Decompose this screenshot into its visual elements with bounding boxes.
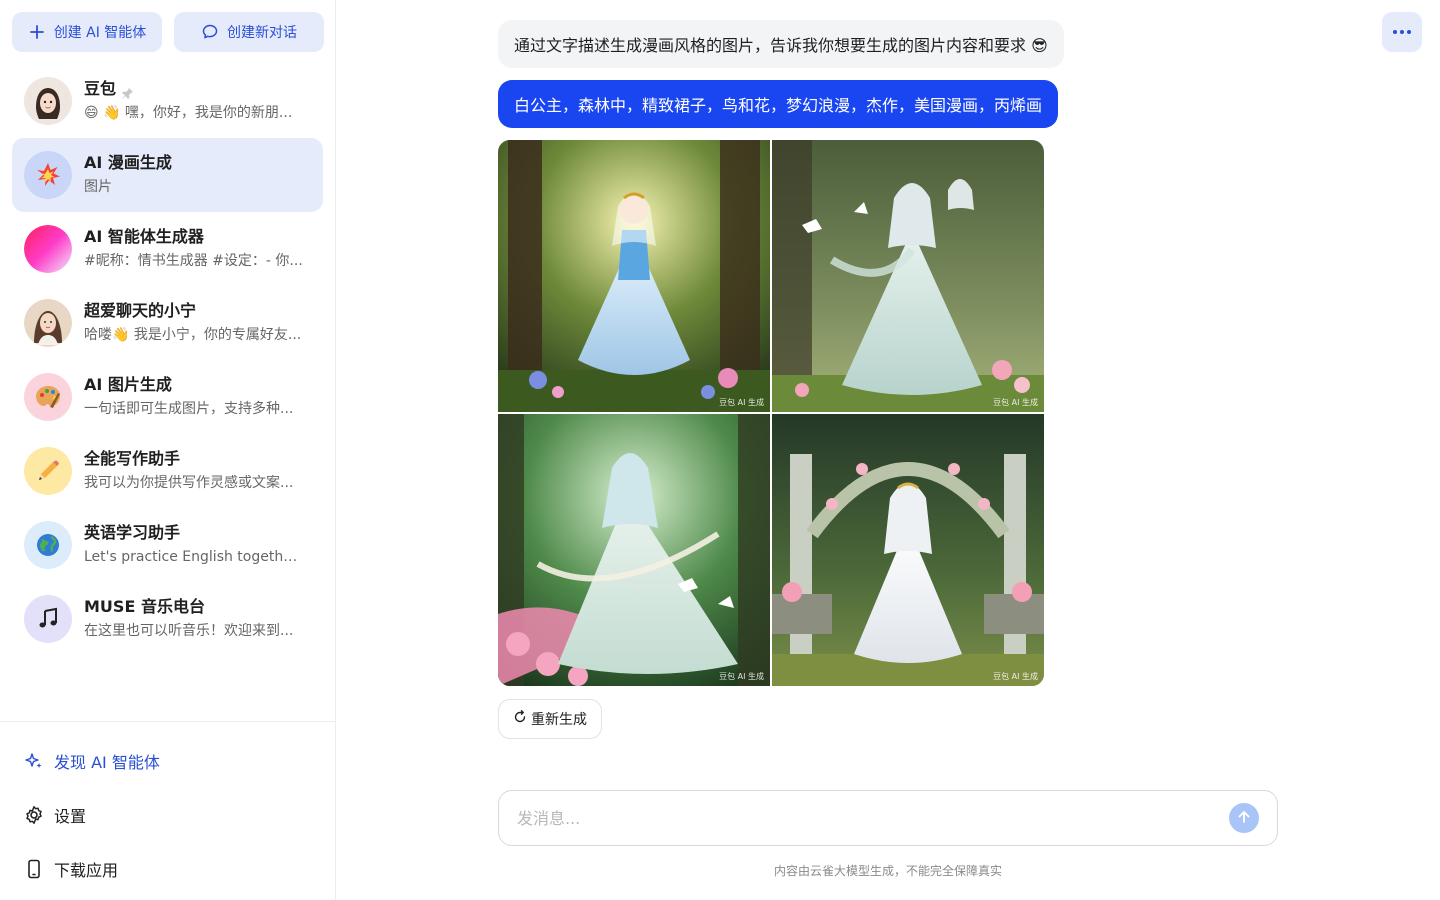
image-watermark: 豆包 AI 生成 bbox=[719, 398, 764, 407]
girl-portrait-icon bbox=[24, 299, 72, 347]
gear-icon bbox=[24, 805, 44, 825]
dot-icon bbox=[1400, 30, 1404, 34]
sidebar-top-actions: 创建 AI 智能体 创建新对话 bbox=[12, 12, 324, 52]
bot-desc: 😄 👋 嘿，你好，我是你的新朋... bbox=[84, 105, 293, 121]
bot-name: AI 图片生成 bbox=[84, 375, 172, 394]
princess-forest-1-image bbox=[498, 140, 770, 412]
sparkle-icon bbox=[24, 751, 44, 771]
generated-image-grid: 豆包 AI 生成 豆包 AI 生成 豆包 AI 生成 豆包 AI 生成 bbox=[498, 140, 1044, 686]
music-note-icon bbox=[24, 595, 72, 643]
generated-image-4[interactable]: 豆包 AI 生成 bbox=[772, 414, 1044, 686]
bot-text: AI 图片生成 一句话即可生成图片，支持多种... bbox=[84, 374, 304, 420]
create-agent-button[interactable]: 创建 AI 智能体 bbox=[12, 12, 162, 52]
dot-icon bbox=[1407, 30, 1411, 34]
bot-desc: 哈喽👋 我是小宁，你的专属好友... bbox=[84, 327, 302, 343]
more-options-button[interactable] bbox=[1382, 12, 1422, 52]
bot-name: 豆包 bbox=[84, 78, 304, 100]
globe-icon bbox=[24, 521, 72, 569]
princess-forest-2-image bbox=[772, 140, 1044, 412]
download-label: 下载应用 bbox=[54, 861, 119, 880]
chat-panel: 通过文字描述生成漫画风格的图片，告诉我你想要生成的图片内容和要求 😎 白公主，森… bbox=[336, 0, 1440, 900]
bot-item-ai-image[interactable]: AI 图片生成 一句话即可生成图片，支持多种... bbox=[12, 360, 323, 434]
image-watermark: 豆包 AI 生成 bbox=[993, 672, 1038, 681]
bot-desc: 我可以为你提供写作灵感或文案... bbox=[84, 475, 294, 491]
bot-text: AI 智能体生成器 #昵称：情书生成器 #设定：- 你... bbox=[84, 226, 304, 272]
message-composer bbox=[498, 790, 1278, 846]
send-button[interactable] bbox=[1229, 803, 1259, 833]
discover-agents-link[interactable]: 发现 AI 智能体 bbox=[0, 734, 335, 788]
bot-name: MUSE 音乐电台 bbox=[84, 597, 205, 616]
user-message: 白公主，森林中，精致裙子，鸟和花，梦幻浪漫，杰作，美国漫画，丙烯画 bbox=[498, 80, 1059, 128]
pencil-icon bbox=[24, 447, 72, 495]
refresh-icon bbox=[513, 710, 527, 728]
disclaimer-text: 内容由云雀大模型生成，不能完全保障真实 bbox=[773, 864, 1002, 878]
new-chat-button[interactable]: 创建新对话 bbox=[174, 12, 324, 52]
bot-text: 全能写作助手 我可以为你提供写作灵感或文案... bbox=[84, 448, 304, 494]
settings-label: 设置 bbox=[54, 807, 87, 826]
image-watermark: 豆包 AI 生成 bbox=[719, 672, 764, 681]
bot-item-writing-assistant[interactable]: 全能写作助手 我可以为你提供写作灵感或文案... bbox=[12, 434, 323, 508]
princess-forest-4-image bbox=[772, 414, 1044, 686]
bot-item-doubao[interactable]: 豆包 😄 👋 嘿，你好，我是你的新朋... bbox=[12, 64, 323, 138]
dot-icon bbox=[1393, 30, 1397, 34]
sidebar-footer: 发现 AI 智能体 设置 下载应用 bbox=[0, 721, 335, 896]
bot-item-xiaoning[interactable]: 超爱聊天的小宁 哈喽👋 我是小宁，你的专属好友... bbox=[12, 286, 323, 360]
sidebar: 创建 AI 智能体 创建新对话 豆包 😄 👋 嘿，你好，我是你的新朋... AI… bbox=[0, 0, 336, 900]
bot-text: 豆包 😄 👋 嘿，你好，我是你的新朋... bbox=[84, 78, 304, 124]
bot-list: 豆包 😄 👋 嘿，你好，我是你的新朋... AI 漫画生成 图片 AI 智能体生… bbox=[12, 64, 323, 656]
bot-name-text: 豆包 bbox=[84, 79, 117, 98]
bot-name: AI 漫画生成 bbox=[84, 153, 172, 172]
bot-desc: 在这里也可以听音乐！欢迎来到... bbox=[84, 623, 294, 639]
bot-item-agent-generator[interactable]: AI 智能体生成器 #昵称：情书生成器 #设定：- 你... bbox=[12, 212, 323, 286]
gradient-sphere-icon bbox=[24, 225, 72, 273]
chat-bubble-icon bbox=[201, 23, 219, 41]
regenerate-label: 重新生成 bbox=[531, 712, 587, 728]
arrow-up-icon bbox=[1237, 809, 1251, 828]
generated-image-3[interactable]: 豆包 AI 生成 bbox=[498, 414, 770, 686]
palette-icon bbox=[24, 373, 72, 421]
bot-name: 英语学习助手 bbox=[84, 523, 181, 542]
regenerate-button[interactable]: 重新生成 bbox=[498, 699, 602, 739]
plus-icon bbox=[28, 23, 46, 41]
create-agent-label: 创建 AI 智能体 bbox=[53, 25, 147, 41]
message-input[interactable] bbox=[517, 808, 1229, 828]
bot-desc: Let's practice English together. ... bbox=[84, 549, 304, 565]
bot-desc: #昵称：情书生成器 #设定：- 你... bbox=[84, 253, 303, 269]
collision-icon bbox=[24, 151, 72, 199]
bot-item-english-tutor[interactable]: 英语学习助手 Let's practice English together. … bbox=[12, 508, 323, 582]
bot-name: AI 智能体生成器 bbox=[84, 227, 204, 246]
new-chat-label: 创建新对话 bbox=[227, 25, 297, 41]
bot-item-ai-comic[interactable]: AI 漫画生成 图片 bbox=[12, 138, 323, 212]
bot-item-muse-radio[interactable]: MUSE 音乐电台 在这里也可以听音乐！欢迎来到... bbox=[12, 582, 323, 656]
bot-text: AI 漫画生成 图片 bbox=[84, 152, 304, 198]
phone-icon bbox=[24, 859, 44, 879]
download-app-link[interactable]: 下载应用 bbox=[0, 842, 335, 896]
pin-icon bbox=[122, 83, 134, 99]
bot-message: 通过文字描述生成漫画风格的图片，告诉我你想要生成的图片内容和要求 😎 bbox=[498, 20, 1064, 68]
bot-name: 全能写作助手 bbox=[84, 449, 181, 468]
image-watermark: 豆包 AI 生成 bbox=[993, 398, 1038, 407]
generated-image-1[interactable]: 豆包 AI 生成 bbox=[498, 140, 770, 412]
bot-text: MUSE 音乐电台 在这里也可以听音乐！欢迎来到... bbox=[84, 596, 304, 642]
bot-desc: 一句话即可生成图片，支持多种... bbox=[84, 401, 294, 417]
bot-desc: 图片 bbox=[84, 179, 112, 195]
bot-text: 英语学习助手 Let's practice English together. … bbox=[84, 522, 304, 568]
bot-text: 超爱聊天的小宁 哈喽👋 我是小宁，你的专属好友... bbox=[84, 300, 304, 346]
generated-image-2[interactable]: 豆包 AI 生成 bbox=[772, 140, 1044, 412]
settings-link[interactable]: 设置 bbox=[0, 788, 335, 842]
discover-label: 发现 AI 智能体 bbox=[54, 753, 160, 772]
girl-face-icon bbox=[24, 77, 72, 125]
bot-name: 超爱聊天的小宁 bbox=[84, 301, 197, 320]
princess-forest-3-image bbox=[498, 414, 770, 686]
